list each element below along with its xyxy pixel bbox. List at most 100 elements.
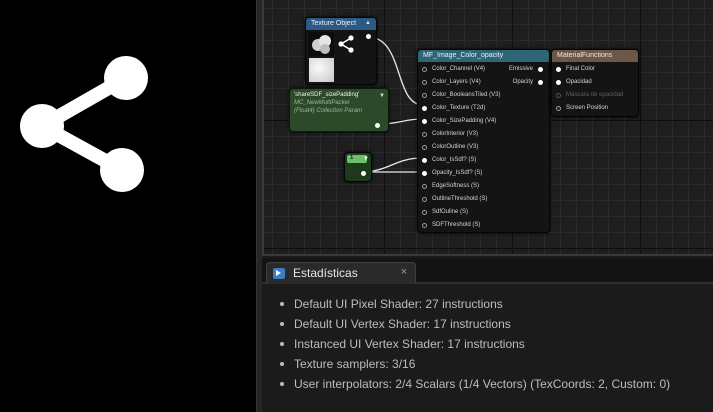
output-pin-label: Opacity: [512, 79, 533, 85]
bullet-icon: [280, 302, 284, 306]
parameter-type: (Float4) Collection Param: [294, 108, 363, 114]
tab-stats[interactable]: Estadísticas ×: [266, 262, 416, 284]
texture-preview-swatch: [309, 58, 334, 82]
input-pin-label: SdfOuline (S): [432, 209, 469, 215]
input-pin[interactable]: [422, 209, 427, 215]
input-pin-row[interactable]: EdgeSoftness (S): [422, 183, 479, 189]
input-pin[interactable]: [422, 92, 427, 98]
input-pin-row[interactable]: Color_SizePadding (V4): [422, 118, 496, 124]
input-pin[interactable]: [422, 105, 427, 111]
input-pin[interactable]: [422, 170, 427, 176]
share-icon: [20, 56, 148, 192]
material-result-node[interactable]: MaterialFunctions Final Color Opacidad M…: [551, 49, 639, 117]
input-pin-label: Opacidad: [566, 79, 592, 85]
input-pin-row[interactable]: Color_BooleansTiled (V3): [422, 92, 500, 98]
output-pin[interactable]: [538, 66, 543, 72]
stats-list: Default UI Pixel Shader: 27 instructions…: [280, 294, 670, 394]
input-pin[interactable]: [422, 131, 427, 137]
input-pin[interactable]: [422, 183, 427, 189]
bullet-icon: [280, 362, 284, 366]
constant-node[interactable]: 1 ▼: [344, 152, 372, 182]
texture-thumbnail: [309, 32, 334, 56]
input-pin-label: Color_SizePadding (V4): [432, 118, 497, 124]
input-pin-row[interactable]: OutlineThreshold (S): [422, 196, 487, 202]
input-pin-row[interactable]: ColorOutline (V3): [422, 144, 478, 150]
input-pin[interactable]: [422, 144, 427, 150]
input-pin-row[interactable]: Máscara de opacidad: [556, 92, 623, 98]
input-pin-row[interactable]: SDFThreshold (S): [422, 222, 480, 228]
output-pin-row[interactable]: Emissive: [509, 66, 543, 72]
constant-value: 1: [350, 155, 354, 161]
collection-parameter-node[interactable]: 'shareSDF_sizePadding' MC_NewMultiPacker…: [289, 88, 389, 132]
stat-text: Default UI Pixel Shader: 27 instructions: [294, 297, 503, 311]
input-pin-label: Color_BooleansTiled (V3): [432, 92, 501, 98]
input-pin-row[interactable]: ColorInterior (V3): [422, 131, 478, 137]
material-function-node[interactable]: MF_Image_Color_opacity Color_Channel (V4…: [417, 49, 550, 233]
list-item: Default UI Pixel Shader: 27 instructions: [280, 294, 670, 314]
list-item: Texture samplers: 3/16: [280, 354, 670, 374]
input-pin[interactable]: [422, 118, 427, 124]
cloud-shape-icon: [312, 35, 331, 54]
input-pin-row[interactable]: Color_Layers (V4): [422, 79, 481, 85]
list-item: User interpolators: 2/4 Scalars (1/4 Vec…: [280, 374, 670, 394]
input-pin-label: Color_IsSdf? (S): [432, 157, 477, 163]
collapse-chevron-icon[interactable]: ▲: [365, 20, 371, 26]
input-pin-row[interactable]: Color_Texture (T2d): [422, 105, 485, 111]
output-pin-row[interactable]: Opacity: [513, 79, 543, 85]
input-pin-row[interactable]: Opacidad: [556, 79, 592, 85]
input-pin-label: OutlineThreshold (S): [432, 196, 488, 202]
input-pin-label: ColorInterior (V3): [432, 131, 479, 137]
input-pin-label: ColorOutline (V3): [432, 144, 479, 150]
material-preview-viewport[interactable]: [0, 0, 256, 412]
collapse-chevron-icon[interactable]: ▼: [379, 93, 385, 99]
input-pin[interactable]: [556, 79, 561, 85]
stat-text: Instanced UI Vertex Shader: 17 instructi…: [294, 337, 525, 351]
input-pin-label: Máscara de opacidad: [566, 92, 624, 98]
stats-panel: Estadísticas × Default UI Pixel Shader: …: [262, 258, 713, 412]
material-graph-canvas[interactable]: Texture Object ▲ 'shareSDF_sizePadding' …: [262, 0, 713, 256]
input-pin-label: Final Color: [566, 66, 596, 72]
input-pin-label: SDFThreshold (S): [432, 222, 481, 228]
output-pin[interactable]: [538, 79, 543, 85]
input-pin-row[interactable]: Color_Channel (V4): [422, 66, 485, 72]
texture-object-node[interactable]: Texture Object ▲: [305, 17, 377, 85]
input-pin[interactable]: [422, 157, 427, 163]
input-pin-row[interactable]: Color_IsSdf? (S): [422, 157, 476, 163]
input-pin-row[interactable]: SdfOuline (S): [422, 209, 468, 215]
parameter-name: 'shareSDF_sizePadding': [294, 92, 360, 98]
stat-text: Default UI Vertex Shader: 17 instruction…: [294, 317, 511, 331]
collapse-chevron-icon[interactable]: ▼: [363, 156, 369, 162]
input-pin-label: Color_Layers (V4): [432, 79, 481, 85]
input-pin-row[interactable]: Screen Position: [556, 105, 608, 111]
output-pin[interactable]: [366, 34, 371, 39]
stat-text: Texture samplers: 3/16: [294, 357, 416, 371]
bullet-icon: [280, 322, 284, 326]
input-pin-row[interactable]: Opacity_IsSdf? (S): [422, 170, 482, 176]
output-pin[interactable]: [361, 171, 366, 176]
input-pin[interactable]: [422, 79, 427, 85]
stats-tab-label: Estadísticas: [293, 266, 358, 280]
input-pin[interactable]: [422, 66, 427, 72]
stat-text: User interpolators: 2/4 Scalars (1/4 Vec…: [294, 377, 671, 391]
input-pin-row[interactable]: Final Color: [556, 66, 595, 72]
parameter-collection: MC_NewMultiPacker: [294, 100, 351, 106]
material-result-title: MaterialFunctions: [552, 50, 638, 62]
input-pin[interactable]: [422, 222, 427, 228]
output-pin-label: Emissive: [508, 66, 533, 72]
material-function-title: MF_Image_Color_opacity: [418, 50, 549, 62]
input-pin[interactable]: [556, 66, 561, 72]
input-pin-label: Screen Position: [566, 105, 609, 111]
constant-header: 1 ▼: [347, 155, 369, 163]
input-pin-label: EdgeSoftness (S): [432, 183, 480, 189]
input-pin-label: Color_Channel (V4): [432, 66, 486, 72]
input-pin[interactable]: [556, 92, 561, 98]
input-pin-label: Opacity_IsSdf? (S): [432, 170, 483, 176]
input-pin[interactable]: [556, 105, 561, 111]
bullet-icon: [280, 342, 284, 346]
stats-tab-icon: [273, 268, 285, 279]
output-pin[interactable]: [375, 123, 380, 128]
share-icon: [336, 32, 356, 56]
close-icon[interactable]: ×: [401, 266, 407, 278]
input-pin[interactable]: [422, 196, 427, 202]
list-item: Default UI Vertex Shader: 17 instruction…: [280, 314, 670, 334]
